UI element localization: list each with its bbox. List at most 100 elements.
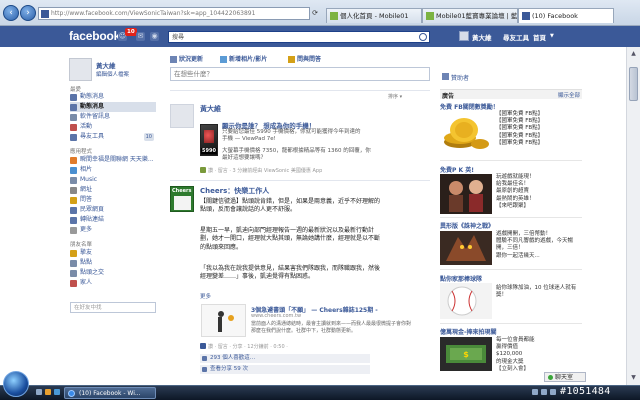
- quick-launch-icon[interactable]: [36, 389, 42, 395]
- quick-launch-icon[interactable]: [54, 389, 60, 395]
- ad-title[interactable]: 免費 FB關閉數獎勵！: [440, 102, 499, 111]
- tab-facebook[interactable]: (10) Facebook: [518, 8, 614, 23]
- profile-name[interactable]: 黃大維: [96, 60, 116, 70]
- account-menu-icon[interactable]: ▼: [550, 33, 554, 39]
- sidebar-item-find-friends[interactable]: 尋友工具 10: [70, 132, 156, 142]
- messages-icon[interactable]: ✉: [136, 32, 145, 41]
- tab-label: (10) Facebook: [532, 12, 578, 20]
- tab-mobile01-forum[interactable]: Mobile01藍寶專業論壇 | 藍: [422, 8, 518, 23]
- address-bar[interactable]: http://www.facebook.com/ViewSonicTaiwan?…: [38, 7, 310, 20]
- sidebar-item-messages[interactable]: 軟件留訊息: [70, 112, 156, 122]
- sidebar-item-pages[interactable]: 民眾網頁: [70, 205, 156, 215]
- start-button[interactable]: [3, 371, 29, 397]
- link-icon: [70, 187, 77, 194]
- facebook-logo[interactable]: facebook: [69, 29, 120, 43]
- chat-bar[interactable]: 聊天室: [544, 372, 586, 382]
- ad-title[interactable]: 異形版《誅神之戰》: [440, 221, 494, 230]
- sidebar-item-list[interactable]: 點點: [70, 258, 156, 268]
- sidebar-item-photos[interactable]: 相片: [70, 165, 156, 175]
- sidebar-item-app-game[interactable]: 瞬間幸福是關聯網 天天樂...: [70, 155, 156, 165]
- thumbs-up-icon: [202, 356, 207, 361]
- status-input[interactable]: 在想些什麼？: [170, 67, 430, 81]
- sort-link[interactable]: 排序 ▾: [388, 93, 402, 100]
- sidebar-item-questions[interactable]: 問答: [70, 195, 156, 205]
- sidebar-item-acquaintances[interactable]: 點頭之交: [70, 268, 156, 278]
- scroll-down-icon[interactable]: ▼: [629, 373, 638, 382]
- story-paragraph: 【關鍵信號過】點頭說肯錯，但是，如果是兩意義，近乎不好理解的點頭，反而會讓說話的…: [200, 198, 381, 214]
- notifications-icon[interactable]: ◉: [150, 32, 159, 41]
- ads-header: 廣告 顯示全部: [440, 89, 582, 100]
- story-author-name[interactable]: Cheers：快樂工作人: [200, 186, 269, 196]
- story-author-name[interactable]: 黃大維: [200, 104, 221, 114]
- story-meta[interactable]: 讚 · 留言 · 分享 · 12分鐘前 · 0:50 ·: [208, 343, 288, 350]
- sidebar-item-links[interactable]: 網址: [70, 185, 156, 195]
- sidebar-item-shared-links[interactable]: 轉貼連結: [70, 215, 156, 225]
- search-icon[interactable]: [419, 33, 427, 41]
- sidebar-item-events[interactable]: 活動: [70, 122, 156, 132]
- shared-link-thumbnail[interactable]: [201, 304, 246, 337]
- quick-launch-icon[interactable]: [45, 389, 51, 395]
- sidebar-item-more[interactable]: 更多: [70, 225, 156, 235]
- notification-badge[interactable]: 10: [125, 28, 137, 36]
- tab-ask-question[interactable]: 問與問答: [288, 55, 321, 64]
- scrollbar-thumb[interactable]: [629, 67, 638, 101]
- story-meta[interactable]: 讚 · 留言 · 3 分鐘前經由 ViewSonic 美國優惠 App: [208, 167, 322, 174]
- divider: [170, 90, 430, 91]
- ad-text: 給你球隊加油，10 位球迷人就有獎！: [496, 285, 577, 299]
- home-link[interactable]: 首頁: [533, 32, 546, 42]
- cheers-page-avatar[interactable]: Cheers: [170, 186, 194, 212]
- likes-summary[interactable]: 293 個人喜歡這…: [200, 354, 370, 363]
- cheers-logo-image: [174, 196, 191, 210]
- sidebar-item-label: 動態消息: [80, 103, 105, 110]
- scroll-up-icon[interactable]: ▲: [629, 49, 638, 58]
- avatar[interactable]: [459, 31, 469, 41]
- ad-title[interactable]: 點你家那棒球隊: [440, 274, 482, 283]
- tray-icon[interactable]: [532, 389, 538, 395]
- story-author-avatar[interactable]: [170, 104, 194, 128]
- profile-picture[interactable]: [69, 58, 92, 81]
- ad-text: 玩遊戲就能現！ 給我最佳名！ 最原創的超賣 最熱鬧的英雄！ 【來吧跟聚】: [496, 174, 535, 209]
- ad-title[interactable]: 免費P K 英!: [440, 165, 474, 174]
- user-name-link[interactable]: 黃大維: [472, 32, 492, 42]
- taskbar-ie-window[interactable]: (10) Facebook - Wi...: [64, 387, 156, 399]
- sidebar-item-news[interactable]: 動態消息: [70, 92, 156, 102]
- shares-summary[interactable]: 查看分享 59 次: [200, 365, 370, 374]
- tab-status-update[interactable]: 狀況更新: [170, 55, 203, 64]
- baseball-ad-image[interactable]: [440, 283, 492, 319]
- forward-icon[interactable]: ›: [20, 5, 36, 21]
- address-text: http://www.facebook.com/ViewSonicTaiwan?…: [51, 10, 256, 17]
- see-all-ads-link[interactable]: 顯示全部: [558, 91, 580, 99]
- tab-add-photo[interactable]: 新增相片/影片: [220, 55, 267, 64]
- news-feed-icon: [70, 104, 77, 111]
- ad-title[interactable]: 億萬現金-捧來拍現關: [440, 327, 497, 336]
- watermark: #1051484: [560, 386, 611, 397]
- phone-thumbnail[interactable]: 5990: [200, 124, 218, 156]
- sidebar-item-close-friends[interactable]: 摯友: [70, 248, 156, 258]
- page-scrollbar[interactable]: ▲ ▼: [626, 47, 640, 385]
- back-icon[interactable]: ‹: [3, 5, 19, 21]
- tray-icon[interactable]: [541, 389, 547, 395]
- sidebar-item-news-feed[interactable]: 動態消息: [70, 102, 156, 112]
- sponsors-heading[interactable]: 贊助者: [442, 73, 469, 82]
- edit-profile-link[interactable]: 編輯個人檔案: [96, 70, 129, 78]
- friend-search-input[interactable]: 在好友中找: [70, 302, 156, 313]
- cash-ad-image[interactable]: $: [440, 337, 492, 371]
- news-feed-icon: [70, 94, 77, 101]
- phone-screen-image: [204, 130, 214, 143]
- divider: [440, 160, 582, 161]
- tab-mobile01-home[interactable]: 個人化首頁 - Mobile01: [326, 8, 422, 23]
- sidebar-item-music[interactable]: Music: [70, 175, 156, 185]
- refresh-icon[interactable]: ⟳: [310, 7, 320, 20]
- question-icon: [70, 197, 77, 204]
- more-icon: [70, 227, 77, 234]
- find-friends-link[interactable]: 尋友工具: [503, 32, 529, 42]
- see-more-link[interactable]: 更多: [200, 292, 211, 300]
- friends-icon: [70, 134, 77, 141]
- gold-coins-ad-image[interactable]: [440, 112, 492, 154]
- monster-ad-image[interactable]: [440, 231, 492, 265]
- sidebar-item-family[interactable]: 家人: [70, 278, 156, 288]
- game-characters-ad-image[interactable]: [440, 174, 492, 214]
- friend-lists-heading: 朋友名單: [70, 242, 93, 248]
- tray-icon[interactable]: [550, 389, 556, 395]
- search-input[interactable]: 搜尋: [168, 31, 430, 43]
